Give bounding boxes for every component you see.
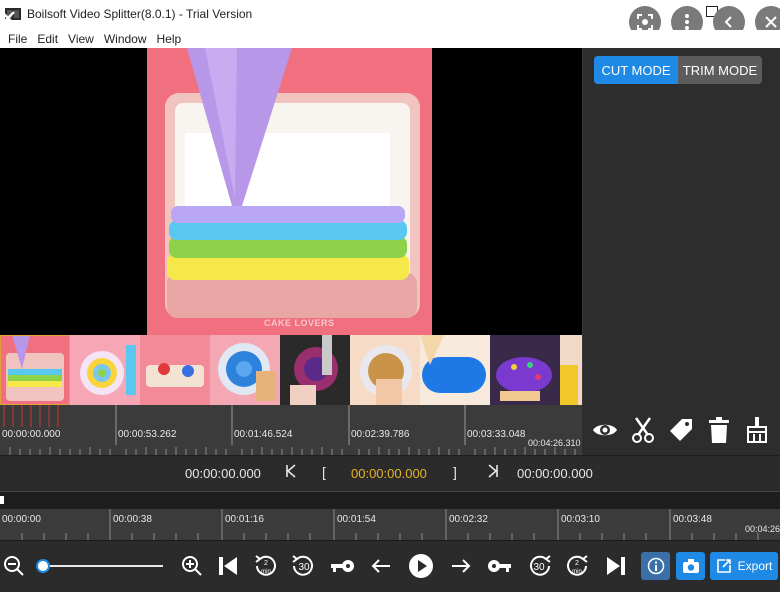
mode-panel: CUT MODE TRIM MODE (582, 48, 780, 405)
timeline-end-label: 00:04:26 (745, 524, 780, 534)
step-forward-icon[interactable] (447, 551, 475, 581)
camera-icon (682, 559, 699, 573)
time-row: 00:00:00.000 [ 00:00:00.000 ] 00:00:00.0… (0, 455, 780, 491)
ruler-label: 00:01:46.524 (234, 429, 293, 440)
timeline-label: 00:00:00 (2, 514, 41, 525)
next-key-icon[interactable] (486, 551, 514, 581)
timeline-label: 00:00:38 (113, 514, 152, 525)
export-label: Export (737, 559, 773, 573)
thumbnail[interactable] (420, 335, 490, 405)
thumbnail[interactable] (140, 335, 210, 405)
trim-mode-button[interactable]: TRIM MODE (678, 56, 762, 84)
svg-text:min: min (572, 569, 582, 575)
segment-tools (582, 405, 780, 455)
zoom-in-icon[interactable] (178, 551, 206, 581)
scissors-icon[interactable] (629, 416, 657, 444)
export-icon (716, 559, 731, 573)
thumbnail[interactable] (70, 335, 140, 405)
thumbnail-ruler[interactable]: 00:00:00.000 00:00:53.262 00:01:46.524 0… (0, 405, 582, 455)
step-back-icon[interactable] (367, 551, 395, 581)
thumbnail[interactable] (280, 335, 350, 405)
mode-switch: CUT MODE TRIM MODE (594, 56, 762, 84)
prev-keyframe-button[interactable] (285, 464, 297, 481)
prev-key-icon[interactable] (328, 551, 356, 581)
clear-brush-icon[interactable] (743, 416, 771, 444)
timeline-ruler[interactable]: 00:00:00 00:00:38 00:01:16 00:01:54 00:0… (0, 509, 780, 540)
thumbnail[interactable] (0, 335, 70, 405)
zoom-out-icon[interactable] (0, 551, 28, 581)
snapshot-button[interactable] (676, 552, 705, 580)
menu-help[interactable]: Help (157, 32, 182, 46)
set-end-bracket[interactable]: ] (453, 464, 457, 480)
menu-file[interactable]: File (8, 32, 27, 46)
svg-text:30: 30 (533, 562, 545, 573)
ruler-label: 00:00:00.000 (2, 429, 61, 440)
current-time: 00:00:00.000 (351, 466, 427, 481)
svg-text:30: 30 (298, 562, 310, 573)
menu-bar: File Edit View Window Help (0, 30, 780, 48)
menu-edit[interactable]: Edit (37, 32, 58, 46)
segment-end-time[interactable]: 00:00:00.000 (517, 466, 593, 481)
thumbnail[interactable] (490, 335, 560, 405)
svg-text:min: min (261, 569, 271, 575)
timeline-label: 00:03:10 (561, 514, 600, 525)
thumbnail-strip (0, 335, 582, 405)
video-preview[interactable]: CAKE LOVERS (0, 48, 582, 335)
thumbnail[interactable] (210, 335, 280, 405)
next-keyframe-button[interactable] (487, 464, 499, 481)
ruler-label: 00:02:39.786 (351, 429, 410, 440)
play-icon[interactable] (407, 551, 435, 581)
thumbnail[interactable] (560, 335, 582, 405)
back-30s-icon[interactable]: 30 (289, 551, 317, 581)
playback-toolbar: 2 min 30 30 2 min Export (0, 540, 780, 592)
tag-icon[interactable] (667, 416, 695, 444)
zoom-slider[interactable] (38, 565, 163, 567)
ruler-label: 00:00:53.262 (118, 429, 177, 440)
timeline-label: 00:01:54 (337, 514, 376, 525)
video-watermark: CAKE LOVERS (264, 318, 335, 328)
window-title: Boilsoft Video Splitter(8.0.1) - Trial V… (27, 7, 253, 21)
menu-window[interactable]: Window (104, 32, 147, 46)
ruler-end-label: 00:04:26.310 (528, 438, 581, 448)
video-frame: CAKE LOVERS (147, 48, 432, 335)
segment-start-time[interactable]: 00:00:00.000 (185, 466, 261, 481)
svg-text:2: 2 (264, 560, 268, 567)
thumbnail[interactable] (350, 335, 420, 405)
info-button[interactable] (641, 552, 670, 580)
timeline-label: 00:03:48 (673, 514, 712, 525)
playhead[interactable] (0, 496, 4, 504)
timeline-label: 00:02:32 (449, 514, 488, 525)
dismiss-icon[interactable] (0, 8, 20, 30)
preview-eye-icon[interactable] (591, 416, 619, 444)
rewind-2min-icon[interactable]: 2 min (252, 551, 280, 581)
export-button[interactable]: Export (710, 552, 778, 580)
scrub-track[interactable] (0, 491, 780, 509)
timeline-label: 00:01:16 (225, 514, 264, 525)
set-start-bracket[interactable]: [ (322, 464, 326, 480)
go-to-start-icon[interactable] (214, 551, 242, 581)
forward-30s-icon[interactable]: 30 (526, 551, 554, 581)
cut-mode-button[interactable]: CUT MODE (594, 56, 678, 84)
trash-icon[interactable] (705, 416, 733, 444)
ruler-label: 00:03:33.048 (467, 429, 526, 440)
video-frame-image (147, 48, 432, 335)
info-icon (647, 557, 664, 575)
menu-view[interactable]: View (68, 32, 94, 46)
svg-text:2: 2 (575, 560, 579, 567)
title-bar: Boilsoft Video Splitter(8.0.1) - Trial V… (0, 0, 780, 38)
forward-2min-icon[interactable]: 2 min (563, 551, 591, 581)
go-to-end-icon[interactable] (602, 551, 630, 581)
zoom-slider-knob[interactable] (36, 559, 50, 573)
video-splitter-window: Boilsoft Video Splitter(8.0.1) - Trial V… (0, 0, 780, 592)
